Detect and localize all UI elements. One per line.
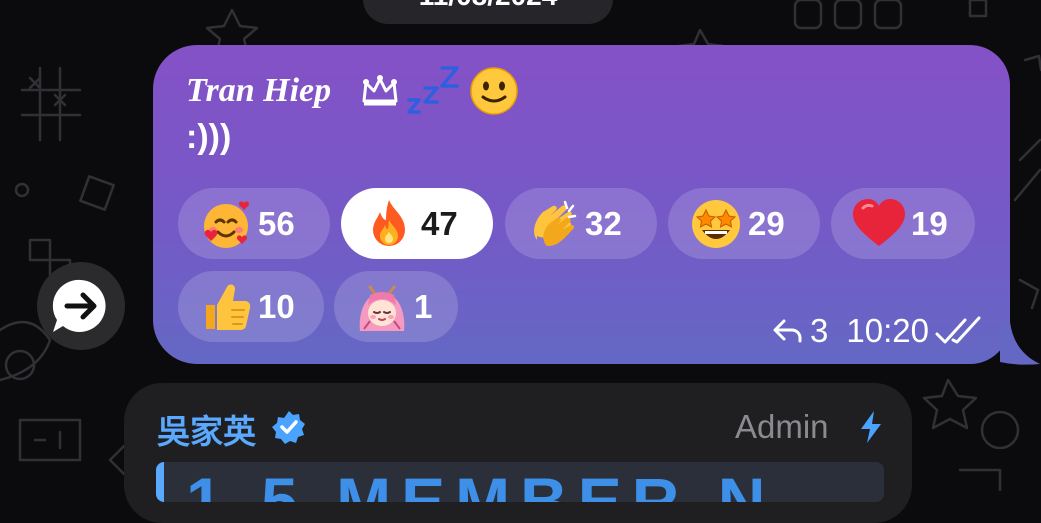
message-time: 10:20 (846, 312, 929, 349)
reaction-count: 29 (748, 204, 785, 242)
smiling-face-with-hearts-icon (204, 200, 250, 248)
reaction-smiling-face-with-hearts[interactable]: 56 (178, 188, 330, 259)
date-label: 11/08/2024 (419, 0, 558, 11)
reaction-red-heart[interactable]: 19 (831, 188, 975, 259)
fire-icon (373, 199, 405, 246)
message-bubble-tail (1000, 322, 1040, 365)
reaction-count: 32 (585, 204, 622, 242)
star-struck-icon (692, 199, 740, 248)
admin-role-label: Admin (735, 408, 829, 445)
reply-count[interactable]: 3 (810, 312, 828, 350)
preview-title: 1.5 MEMBER N (186, 464, 776, 502)
verified-badge-icon (272, 411, 305, 444)
zzz-icon (407, 66, 459, 114)
reaction-count: 1 (414, 287, 433, 325)
reaction-clapping-hands[interactable]: 32 (505, 188, 657, 259)
thumbs-up-icon (206, 284, 251, 330)
message-meta: 3 10:20 (772, 312, 983, 350)
reaction-anime-sticker[interactable]: 1 (334, 271, 458, 342)
reaction-star-struck[interactable]: 29 (668, 188, 820, 259)
reaction-fire[interactable]: 47 (341, 188, 493, 259)
sender-name[interactable]: Tran Hiep (186, 68, 331, 114)
next-sender-name[interactable]: 吳家英 (157, 405, 256, 453)
red-heart-icon (853, 198, 905, 246)
link-preview[interactable]: 1.5 MEMBER N (156, 462, 884, 502)
reaction-count: 10 (258, 287, 295, 325)
slightly-smiling-face-icon (470, 67, 518, 115)
forward-button[interactable] (37, 262, 125, 350)
date-separator: 11/08/2024 (363, 0, 613, 24)
reaction-count: 19 (911, 204, 948, 242)
preview-accent-bar (156, 462, 164, 502)
clapping-hands-icon (534, 200, 577, 246)
anime-girl-sticker-icon (359, 285, 405, 331)
reaction-thumbs-up[interactable]: 10 (178, 271, 324, 342)
share-arrow-icon (52, 279, 106, 332)
reaction-count: 56 (258, 204, 295, 242)
next-message-bubble[interactable] (124, 383, 912, 523)
lightning-bolt-icon (861, 411, 881, 443)
reply-arrow-icon (773, 319, 802, 343)
reaction-count: 47 (421, 204, 458, 242)
crown-icon (362, 75, 398, 106)
message-text: :))) (186, 118, 232, 156)
double-check-icon (935, 316, 981, 344)
